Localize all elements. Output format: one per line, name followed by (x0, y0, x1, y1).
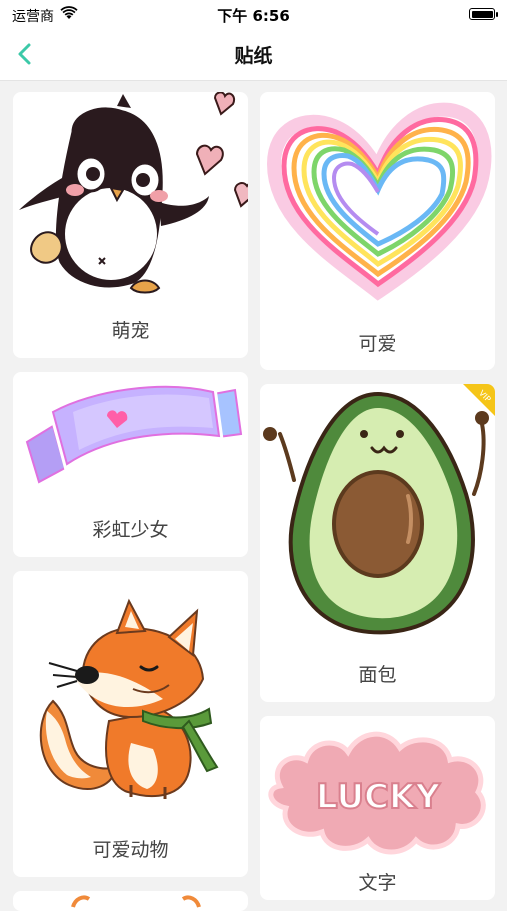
lucky-sticker-text: LUCKY (316, 777, 440, 817)
sticker-category-card[interactable] (13, 891, 248, 911)
category-label: 面包 (358, 664, 397, 686)
page-title: 贴纸 (234, 45, 273, 67)
category-label: 可爱动物 (92, 839, 169, 861)
lucky-text-sticker-image: LUCKY (268, 731, 486, 855)
category-label: 萌宠 (111, 320, 150, 342)
sticker-category-card[interactable]: 可爱 (260, 92, 495, 370)
fox-sticker-image (39, 598, 219, 799)
status-bar: 运营商 下午 6:56 (0, 0, 507, 28)
sticker-category-card[interactable]: 萌宠 (13, 92, 248, 358)
navigation-bar: 贴纸 (0, 28, 507, 81)
vip-badge-icon: VIP (463, 384, 495, 416)
rainbow-heart-sticker-image (266, 102, 492, 301)
sticker-preview-image (71, 895, 201, 908)
sticker-category-card[interactable]: 彩虹少女 (13, 372, 248, 557)
rainbow-ribbon-sticker-image (23, 382, 243, 487)
status-time: 下午 6:56 (217, 7, 290, 25)
category-label: 彩虹少女 (92, 519, 169, 541)
sticker-category-card[interactable]: 可爱动物 (13, 571, 248, 877)
battery-icon (469, 8, 498, 20)
sticker-category-card[interactable]: VIP 面包 (260, 384, 495, 702)
category-label: 可爱 (358, 333, 397, 355)
penguin-sticker-image (19, 92, 248, 294)
category-label: 文字 (358, 872, 397, 894)
sticker-category-card[interactable]: LUCKY 文字 (260, 716, 495, 900)
